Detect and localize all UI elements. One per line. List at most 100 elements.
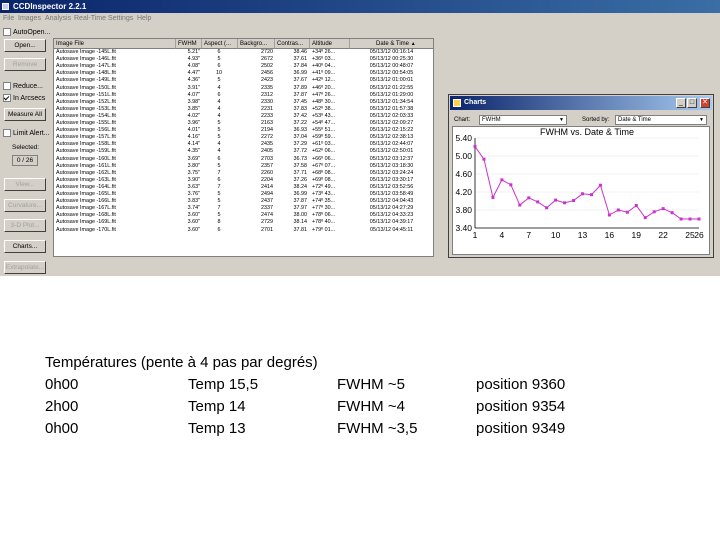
chart-title: FWHM vs. Date & Time — [540, 127, 634, 137]
cell-background: 2231 — [261, 105, 273, 112]
cell-date-time: 05/13/12 00:25:30 — [369, 56, 414, 63]
table-row[interactable]: Autosave Image -152L.fit 3.98" 4 2330 37.45 +… — [54, 98, 433, 106]
chart-type-select[interactable]: FWHM ▼ — [479, 115, 567, 125]
cell-background: 2233 — [261, 112, 273, 119]
col-contrast[interactable]: Contras... — [275, 39, 310, 49]
table-row[interactable]: Autosave Image -156L.fit 4.01" 5 2194 36.93 +… — [54, 127, 433, 134]
col-fwhm[interactable]: FWHM — [176, 39, 202, 49]
table-row[interactable]: Autosave Image -150L.fit 3.91" 4 2335 37.89 +… — [54, 85, 433, 92]
cell-altitude: +53º 43... — [312, 112, 336, 119]
note-position: position 9354 — [476, 398, 566, 415]
open-button[interactable]: Open... — [4, 39, 46, 52]
table-row[interactable]: Autosave Image -167L.fit 3.74" 7 2337 37.97 +… — [54, 205, 433, 212]
cell-background: 2414 — [261, 183, 273, 190]
data-point — [607, 213, 611, 217]
table-row[interactable]: Autosave Image -153L.fit 3.85" 4 2231 37.83 +… — [54, 105, 433, 113]
table-row[interactable]: Autosave Image -154L.fit 4.02" 4 2233 37.42 +… — [54, 112, 433, 120]
cell-date-time: 05/13/12 02:44:07 — [369, 141, 414, 148]
table-row[interactable]: Autosave Image -169L.fit 3.60" 8 2729 38.14 +… — [54, 219, 433, 226]
charts-button[interactable]: Charts... — [4, 240, 46, 253]
cell-background: 2502 — [261, 63, 273, 70]
cell-image-file: Autosave Image -145L.fit — [56, 49, 116, 55]
view-button[interactable]: View... — [4, 178, 46, 191]
cell-contrast: 37.67 — [293, 77, 308, 84]
cell-date-time: 05/13/12 03:12:37 — [369, 155, 414, 162]
y-tick-label: 5.00 — [455, 151, 472, 161]
cell-date-time: 05/13/12 01:34:54 — [369, 98, 414, 105]
table-row[interactable]: Autosave Image -155L.fit 3.96" 5 2163 37.22 +… — [54, 120, 433, 127]
cell-fwhm: 3.98" — [187, 98, 200, 105]
table-row[interactable]: Autosave Image -165L.fit 3.76" 5 2494 36.99 +… — [54, 191, 433, 198]
col-image-file[interactable]: Image File — [54, 39, 176, 49]
reduce-checkbox[interactable]: Reduce... — [3, 82, 43, 90]
menu-settings[interactable]: Settings — [108, 13, 133, 25]
table-row[interactable]: Autosave Image -159L.fit 4.35" 4 2405 37.72 +… — [54, 148, 433, 155]
table-row[interactable]: Autosave Image -164L.fit 3.63" 7 2414 38.24 +… — [54, 183, 433, 191]
cell-date-time: 05/13/12 03:30:17 — [369, 176, 414, 183]
cell-aspect: 5 — [217, 198, 221, 205]
cell-fwhm: 3.75" — [187, 169, 200, 176]
table-row[interactable]: Autosave Image -158L.fit 4.14" 4 2435 37.29 +… — [54, 141, 433, 148]
cell-altitude: +42º 12... — [312, 77, 336, 84]
menu-analysis[interactable]: Analysis — [45, 13, 71, 25]
remove-button[interactable]: Remove — [4, 58, 46, 71]
cell-aspect: 6 — [217, 91, 221, 98]
cell-fwhm: 5.21" — [187, 49, 200, 55]
curvature-button[interactable]: Curvature... — [4, 199, 46, 212]
table-row[interactable]: Autosave Image -166L.fit 3.83" 5 2437 37.87 +… — [54, 198, 433, 205]
menu-file[interactable]: File — [3, 13, 14, 25]
sorted-by-select[interactable]: Date & Time ▼ — [615, 115, 707, 125]
table-row[interactable]: Autosave Image -163L.fit 3.90" 6 2204 37.26 +… — [54, 176, 433, 184]
sorted-by-value: Date & Time — [618, 117, 652, 123]
table-row[interactable]: Autosave Image -145L.fit 5.21" 6 2720 38.46 +… — [54, 49, 433, 56]
autoopen-checkbox[interactable]: AutoOpen... — [3, 28, 50, 36]
data-point — [563, 201, 567, 205]
cell-date-time: 05/13/12 04:27:29 — [369, 205, 414, 212]
table-row[interactable]: Autosave Image -160L.fit 3.69" 6 2703 36.73 +… — [54, 155, 433, 163]
table-row[interactable]: Autosave Image -147L.fit 4.08" 6 2502 37.84 +… — [54, 63, 433, 70]
col-aspect[interactable]: Aspect (... — [202, 39, 238, 49]
cell-contrast: 38.24 — [293, 183, 308, 190]
table-row[interactable]: Autosave Image -148L.fit 4.47" 10 2456 36.99… — [54, 70, 433, 77]
col-altitude[interactable]: Altitude — [310, 39, 350, 49]
chart-label: Chart: — [454, 117, 471, 123]
note-time: 0h00 — [45, 376, 79, 393]
table-row[interactable]: Autosave Image -162L.fit 3.75" 7 2260 37.71 +… — [54, 169, 433, 177]
minimize-icon[interactable]: _ — [676, 98, 686, 108]
cell-background: 2337 — [261, 205, 273, 212]
col-background[interactable]: Backgro... — [238, 39, 275, 49]
menu-help[interactable]: Help — [137, 13, 151, 25]
close-icon[interactable]: ✕ — [700, 98, 710, 108]
table-row[interactable]: Autosave Image -149L.fit 4.36" 5 2423 37.67 +… — [54, 77, 433, 84]
table-row[interactable]: Autosave Image -146L.fit 4.93" 5 2672 37.61 +… — [54, 56, 433, 63]
cell-image-file: Autosave Image -167L.fit — [56, 205, 116, 212]
menu-real-time[interactable]: Real-Time — [74, 13, 106, 25]
cell-aspect: 7 — [217, 205, 221, 212]
cell-date-time: 05/13/12 02:03:33 — [369, 112, 414, 119]
cell-date-time: 05/13/12 03:58:49 — [369, 191, 414, 197]
col-date-time[interactable]: Date & Time ▲ — [350, 39, 433, 49]
cell-background: 2405 — [261, 148, 273, 155]
cell-aspect: 4 — [217, 148, 221, 155]
table-row[interactable]: Autosave Image -170L.fit 3.60" 6 2701 37.81 +… — [54, 227, 433, 234]
cell-fwhm: 4.93" — [187, 56, 200, 63]
cell-fwhm: 4.01" — [187, 127, 200, 134]
cell-altitude: +72º 49... — [312, 183, 336, 190]
extrapolate-button[interactable]: Extrapolate... — [4, 261, 46, 274]
in-arcsecs-checkbox[interactable]: In Arcsecs — [3, 94, 45, 102]
cell-background: 2260 — [261, 169, 273, 176]
chart-type-value: FWHM — [482, 117, 501, 123]
limit-alert-checkbox[interactable]: Limit Alert... — [3, 129, 50, 137]
table-row[interactable]: Autosave Image -157L.fit 4.16" 5 2272 37.04 +… — [54, 134, 433, 141]
cell-fwhm: 4.02" — [187, 112, 200, 119]
table-row[interactable]: Autosave Image -151L.fit 4.07" 6 2312 37.87 +… — [54, 91, 433, 99]
3d-plot-button[interactable]: 3-D Plot... — [4, 219, 46, 232]
fwhm-chart: FWHM vs. Date & Time 3.40 3.80 4.20 4.60 5.00… — [455, 127, 704, 240]
table-row[interactable]: Autosave Image -168L.fit 3.60" 5 2474 38.00 +… — [54, 212, 433, 219]
cell-aspect: 5 — [217, 134, 221, 141]
maximize-icon[interactable]: □ — [687, 98, 697, 108]
measure-all-button[interactable]: Measure All — [4, 108, 46, 121]
menu-images[interactable]: Images — [18, 13, 41, 25]
x-tick-label: 26 — [694, 230, 704, 240]
table-row[interactable]: Autosave Image -161L.fit 3.80" 5 2357 37.58 +… — [54, 163, 433, 170]
